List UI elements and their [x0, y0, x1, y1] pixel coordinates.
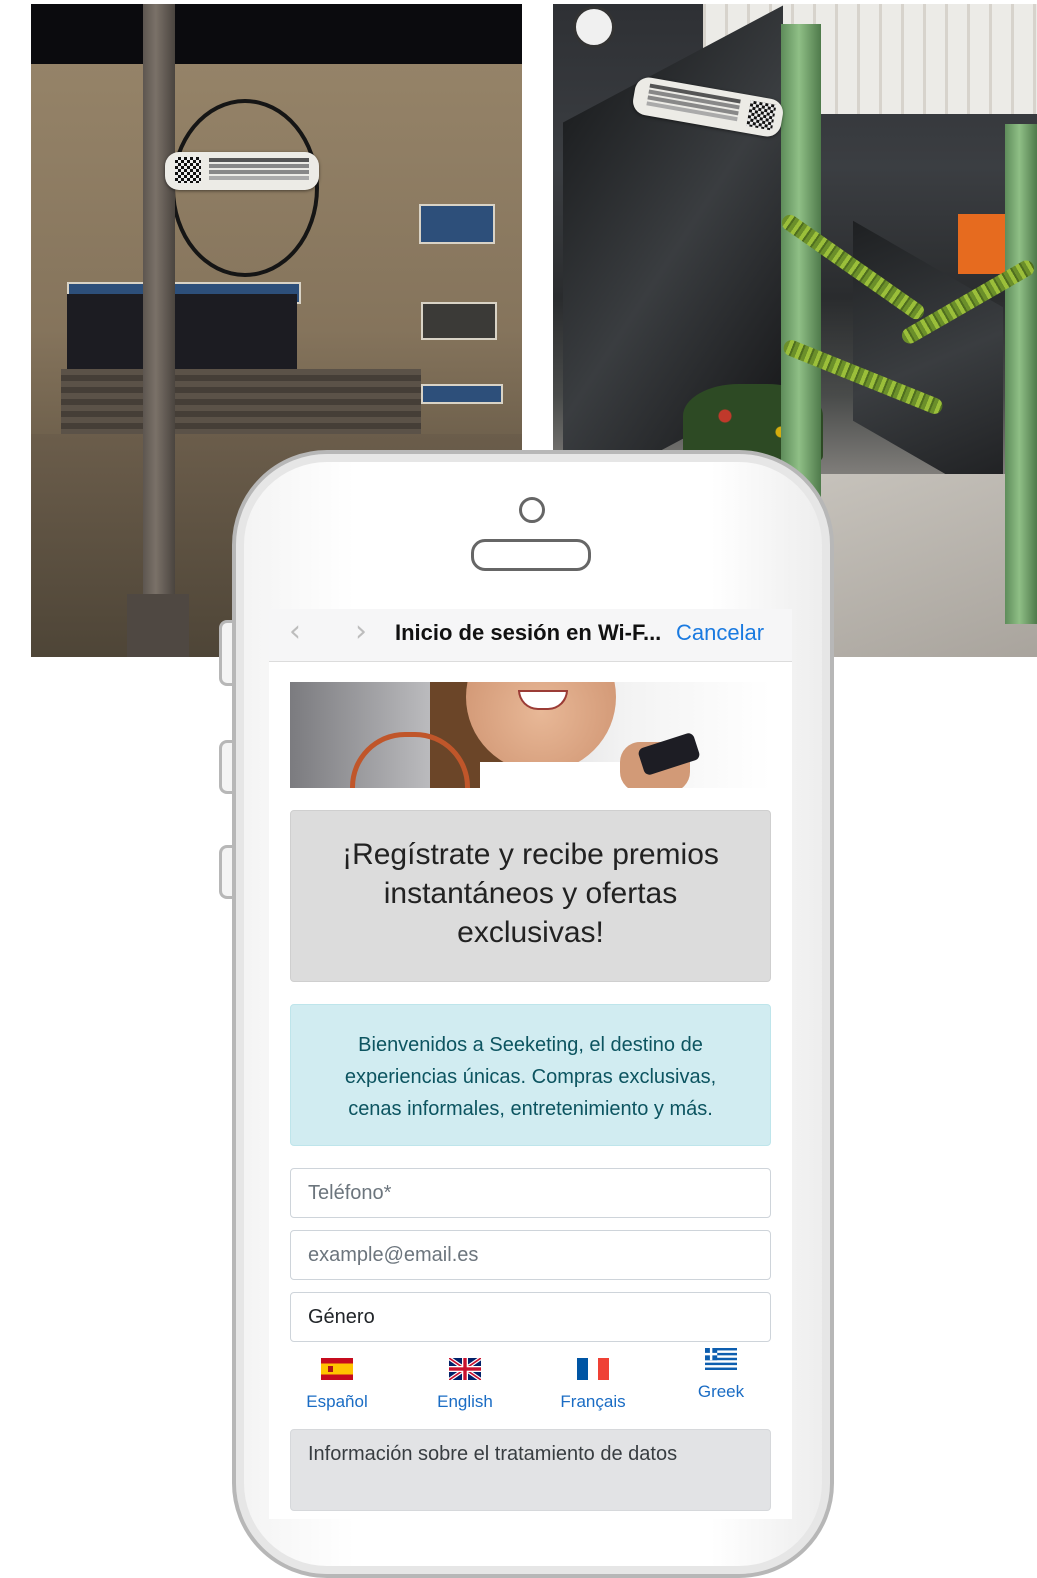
france-flag-icon	[577, 1358, 609, 1380]
uk-flag-icon	[449, 1358, 481, 1380]
pole-base	[127, 594, 189, 657]
language-option-english[interactable]: English	[415, 1358, 515, 1412]
language-label: English	[437, 1392, 493, 1411]
gender-select[interactable]: Género	[290, 1292, 771, 1342]
street-pole	[143, 4, 175, 657]
page-title: Inicio de sesión en Wi-F...	[395, 620, 662, 645]
captive-portal-navbar: ‹ › Inicio de sesión en Wi-F... Cancelar	[269, 609, 792, 662]
language-option-french[interactable]: Français	[543, 1358, 643, 1412]
entrance-stairs	[61, 369, 421, 434]
greece-flag-icon	[705, 1348, 737, 1370]
spain-flag-icon	[321, 1358, 353, 1380]
qr-code-icon	[746, 100, 777, 131]
clock-icon	[573, 6, 615, 48]
email-input[interactable]	[290, 1230, 771, 1280]
data-processing-info-panel[interactable]: Información sobre el tratamiento de dato…	[290, 1429, 771, 1511]
language-label: Français	[560, 1392, 626, 1411]
language-label: Greek	[697, 1382, 745, 1401]
chevron-right-icon[interactable]: ›	[355, 617, 367, 647]
qr-signpost	[165, 152, 319, 190]
chevron-left-icon[interactable]: ‹	[289, 617, 301, 647]
building-window	[419, 204, 495, 244]
language-option-spanish[interactable]: Español	[287, 1358, 387, 1412]
green-column	[1005, 124, 1037, 624]
night-sky	[31, 4, 522, 66]
gender-select-value: Género	[308, 1305, 375, 1328]
welcome-line: cenas informales, entretenimiento y más.	[348, 1098, 713, 1120]
camera-icon	[519, 497, 545, 523]
promo-line: instantáneos y ofertas	[383, 877, 678, 910]
welcome-line: experiencias únicas. Compras exclusivas,	[344, 1066, 717, 1088]
speaker-grille	[471, 539, 591, 571]
promo-line: exclusivas!	[457, 916, 604, 949]
building-entrance	[67, 294, 297, 369]
floor-directory-sign	[958, 214, 1006, 274]
welcome-alert: Bienvenidos a Seeketing, el destino de e…	[290, 1004, 771, 1146]
promo-line: ¡Regístrate y recibe premios	[342, 838, 719, 871]
phone-screen: ‹ › Inicio de sesión en Wi-F... Cancelar…	[269, 609, 792, 1519]
language-label: Español	[306, 1392, 368, 1411]
data-processing-title: Información sobre el tratamiento de dato…	[308, 1443, 678, 1465]
cancel-button[interactable]: Cancelar	[676, 620, 764, 646]
language-option-greek[interactable]: Greek	[671, 1348, 771, 1402]
building-window	[421, 302, 497, 340]
phone-input[interactable]	[290, 1168, 771, 1218]
building-window	[421, 384, 503, 404]
hero-banner-image	[290, 682, 771, 788]
welcome-line: Bienvenidos a Seeketing, el destino de	[358, 1034, 703, 1056]
qr-code-icon	[175, 157, 201, 183]
promo-headline-card: ¡Regístrate y recibe premios instantáneo…	[290, 810, 771, 982]
